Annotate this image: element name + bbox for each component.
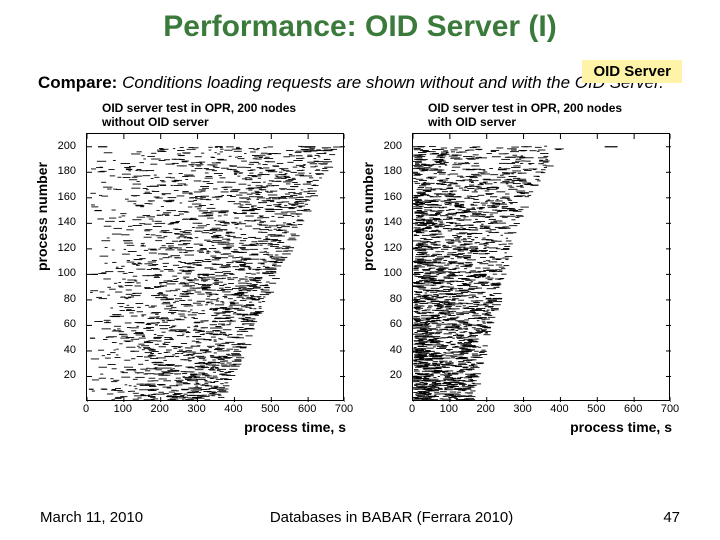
y-ticks: 20406080100120140160180200: [42, 133, 82, 401]
slide-footer: March 11, 2010 Databases in BABAR (Ferra…: [0, 509, 720, 526]
compare-label: Compare:: [38, 73, 117, 92]
x-axis-label: process time, s: [244, 419, 346, 435]
footer-venue: Databases in BABAR (Ferrara 2010): [143, 509, 640, 526]
plot-area: [86, 133, 344, 401]
x-axis-label: process time, s: [570, 419, 672, 435]
chart-title: OID server test in OPR, 200 nodes withou…: [102, 101, 296, 130]
page-title: Performance: OID Server (I): [0, 0, 720, 44]
y-ticks: 20406080100120140160180200: [368, 133, 408, 401]
chart-title: OID server test in OPR, 200 nodes with O…: [428, 101, 622, 130]
x-ticks: 0100200300400500600700: [412, 401, 670, 421]
plot-area: [412, 133, 670, 401]
oid-server-badge: OID Server: [582, 60, 682, 83]
chart-with-oid: OID server test in OPR, 200 nodes with O…: [368, 101, 678, 431]
charts-row: OID server test in OPR, 200 nodes withou…: [0, 101, 720, 431]
footer-date: March 11, 2010: [40, 509, 143, 526]
chart-without-oid: OID server test in OPR, 200 nodes withou…: [42, 101, 352, 431]
x-ticks: 0100200300400500600700: [86, 401, 344, 421]
footer-page: 47: [640, 509, 680, 526]
